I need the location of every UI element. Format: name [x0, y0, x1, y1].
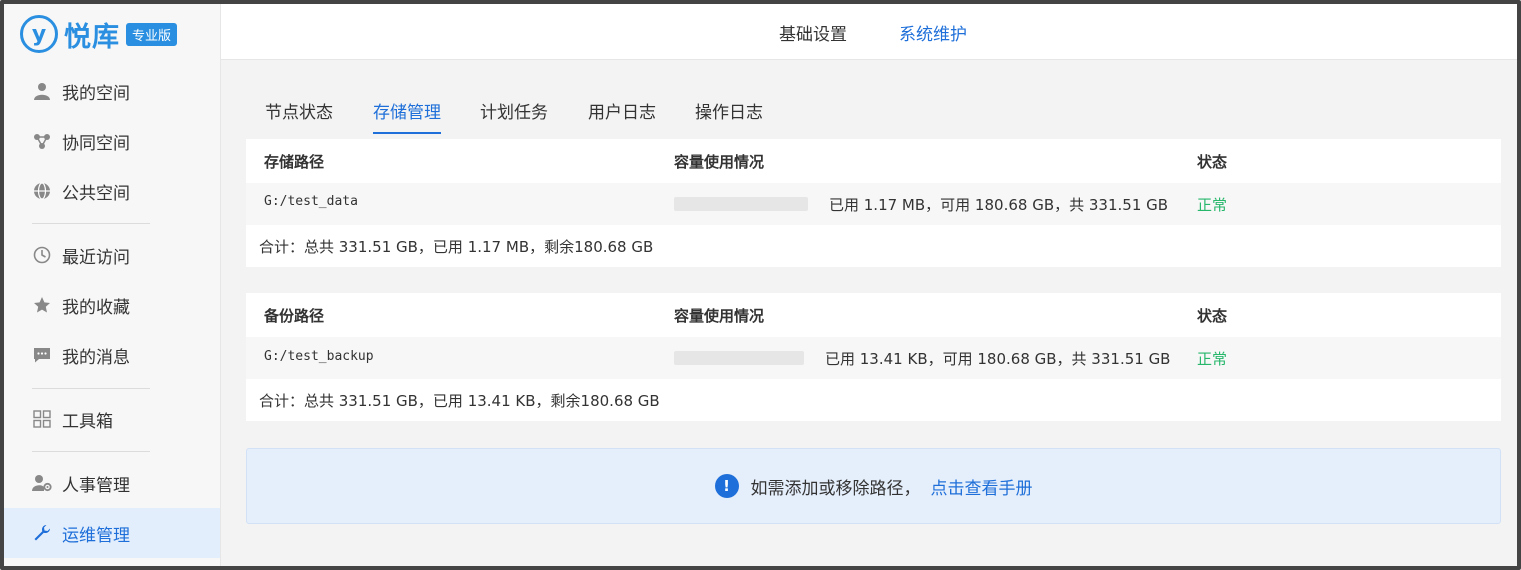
subtab-node-status[interactable]: 节点状态 — [265, 98, 333, 132]
sidebar-divider — [32, 223, 150, 224]
star-icon — [32, 295, 52, 315]
usage-bar-track — [674, 197, 808, 211]
edition-badge: 专业版 — [126, 22, 178, 46]
sidebar-item-my-space[interactable]: 我的空间 — [4, 66, 220, 116]
manual-link[interactable]: 点击查看手册 — [931, 474, 1033, 499]
sidebar-item-label: 运维管理 — [62, 525, 130, 546]
top-bar: 基础设置 系统维护 — [221, 4, 1517, 60]
sidebar-item-label: 工具箱 — [62, 411, 113, 432]
sidebar-item-label: 协同空间 — [62, 133, 130, 154]
storage-path: G:/test_data — [264, 193, 358, 209]
table-header: 存储路径 容量使用情况 状态 — [246, 139, 1501, 183]
column-header-usage: 容量使用情况 — [674, 152, 765, 171]
usage-progress-bar — [674, 183, 808, 225]
globe-icon — [32, 181, 52, 201]
app-window: y 悦库 专业版 我的空间 协同空间 公共空间 最近访问 我的收藏 我的消息 工… — [0, 0, 1521, 570]
sidebar-item-recent[interactable]: 最近访问 — [4, 230, 220, 280]
sidebar-item-label: 公共空间 — [62, 183, 130, 204]
app-name: 悦库 — [64, 21, 120, 53]
status-badge: 正常 — [1197, 349, 1228, 368]
collaboration-icon — [32, 131, 52, 151]
sidebar-item-favorites[interactable]: 我的收藏 — [4, 280, 220, 330]
wrench-icon — [32, 523, 52, 543]
column-header-path: 存储路径 — [264, 152, 325, 171]
status-badge: 正常 — [1197, 195, 1228, 214]
sidebar-item-label: 最近访问 — [62, 247, 130, 268]
sidebar-item-hr[interactable]: 人事管理 — [4, 458, 220, 508]
subtab-scheduled-tasks[interactable]: 计划任务 — [480, 98, 548, 132]
logo-mark-icon: y — [20, 15, 58, 53]
table-total-row: 合计：总共 331.51 GB，已用 1.17 MB，剩余180.68 GB — [246, 225, 1501, 267]
sidebar-item-label: 我的空间 — [62, 83, 130, 104]
subtab-storage-management[interactable]: 存储管理 — [373, 98, 441, 134]
backup-path: G:/test_backup — [264, 348, 374, 364]
storage-total: 合计：总共 331.51 GB，已用 1.17 MB，剩余180.68 GB — [259, 237, 654, 256]
sidebar-item-label: 我的收藏 — [62, 297, 130, 318]
column-header-status: 状态 — [1197, 306, 1228, 325]
info-icon: ! — [714, 474, 739, 498]
sidebar-item-collab-space[interactable]: 协同空间 — [4, 116, 220, 166]
sidebar-item-ops[interactable]: 运维管理 — [4, 508, 220, 558]
usage-progress-bar — [674, 337, 804, 379]
user-settings-icon — [32, 473, 52, 493]
logo[interactable]: y 悦库 专业版 — [20, 12, 178, 56]
subtab-user-log[interactable]: 用户日志 — [588, 98, 656, 132]
table-row[interactable]: G:/test_backup 已用 13.41 KB，可用 180.68 GB，… — [246, 337, 1501, 379]
sidebar-item-messages[interactable]: 我的消息 — [4, 330, 220, 380]
table-header: 备份路径 容量使用情况 状态 — [246, 293, 1501, 337]
message-icon — [32, 345, 52, 365]
history-icon — [32, 245, 52, 265]
sidebar-item-public-space[interactable]: 公共空间 — [4, 166, 220, 216]
subtab-operation-log[interactable]: 操作日志 — [695, 98, 763, 132]
storage-table: 存储路径 容量使用情况 状态 G:/test_data 已用 1.17 MB，可… — [246, 139, 1501, 267]
notice-text: 如需添加或移除路径， — [750, 478, 921, 499]
user-icon — [32, 81, 52, 101]
usage-bar-track — [674, 351, 804, 365]
column-header-status: 状态 — [1197, 152, 1228, 171]
sidebar-item-label: 人事管理 — [62, 475, 130, 496]
tab-basic-settings[interactable]: 基础设置 — [779, 20, 847, 45]
sidebar-item-toolbox[interactable]: 工具箱 — [4, 394, 220, 444]
sidebar-item-label: 我的消息 — [62, 347, 130, 368]
sidebar-divider — [32, 451, 150, 452]
backup-table: 备份路径 容量使用情况 状态 G:/test_backup 已用 13.41 K… — [246, 293, 1501, 421]
backup-total: 合计：总共 331.51 GB，已用 13.41 KB，剩余180.68 GB — [259, 391, 660, 410]
tab-system-maintenance[interactable]: 系统维护 — [899, 20, 967, 45]
usage-text: 已用 13.41 KB，可用 180.68 GB，共 331.51 GB — [825, 349, 1171, 368]
table-total-row: 合计：总共 331.51 GB，已用 13.41 KB，剩余180.68 GB — [246, 379, 1501, 421]
usage-text: 已用 1.17 MB，可用 180.68 GB，共 331.51 GB — [829, 195, 1169, 214]
sidebar: y 悦库 专业版 我的空间 协同空间 公共空间 最近访问 我的收藏 我的消息 工… — [4, 4, 221, 566]
column-header-backup-path: 备份路径 — [264, 306, 325, 325]
sidebar-divider — [32, 388, 150, 389]
grid-icon — [32, 409, 52, 429]
column-header-usage: 容量使用情况 — [674, 306, 765, 325]
path-notice: ! 如需添加或移除路径， 点击查看手册 — [246, 448, 1501, 524]
table-row[interactable]: G:/test_data 已用 1.17 MB，可用 180.68 GB，共 3… — [246, 183, 1501, 225]
